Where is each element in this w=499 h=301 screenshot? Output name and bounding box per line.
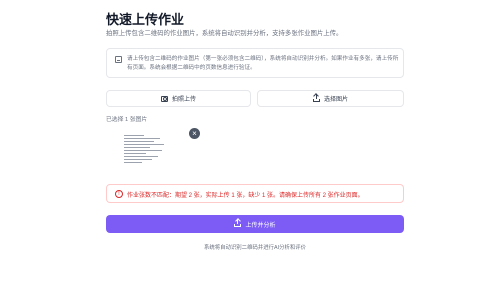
error-icon: ! [115, 190, 123, 198]
upload-icon [234, 219, 242, 227]
upload-analyze-button[interactable]: 上传并分析 [106, 215, 404, 233]
footer-note: 系统将自动识别二维码并进行AI分析和评价 [203, 245, 307, 251]
error-message: 作业张数不匹配：期望 2 张，实际上传 1 张，缺少 1 张。请确保上传所有 2… [127, 193, 364, 199]
select-image-label: 选择图片 [323, 97, 348, 103]
document-preview [124, 135, 168, 173]
select-image-button[interactable]: 选择图片 [257, 90, 404, 107]
upload-icon [312, 93, 320, 102]
upload-analyze-label: 上传并分析 [245, 222, 276, 229]
camera-upload-label: 拍照上传 [171, 97, 196, 103]
image-thumbnail[interactable] [106, 123, 196, 173]
instruction-text: 请上传包含二维码的作业图片（第一张必须包含二维码），系统将自动识别并分析。如果作… [127, 56, 399, 71]
error-alert: ! 作业张数不匹配：期望 2 张，实际上传 1 张，缺少 1 张。请确保上传所有… [106, 184, 404, 203]
remove-image-button[interactable]: × [189, 128, 200, 139]
page-title: 快速上传作业 [106, 12, 185, 27]
selected-count: 已选择 1 张图片 [106, 117, 148, 123]
camera-icon [160, 95, 168, 102]
instruction-notice: 请上传包含二维码的作业图片（第一张必须包含二维码），系统将自动识别并分析。如果作… [106, 48, 404, 78]
camera-upload-button[interactable]: 拍照上传 [106, 90, 251, 107]
page-subtitle: 拍照上传包含二维码的作业图片，系统将自动识别并分析，支持多张作业图片上传。 [106, 30, 343, 37]
image-icon [115, 56, 122, 63]
